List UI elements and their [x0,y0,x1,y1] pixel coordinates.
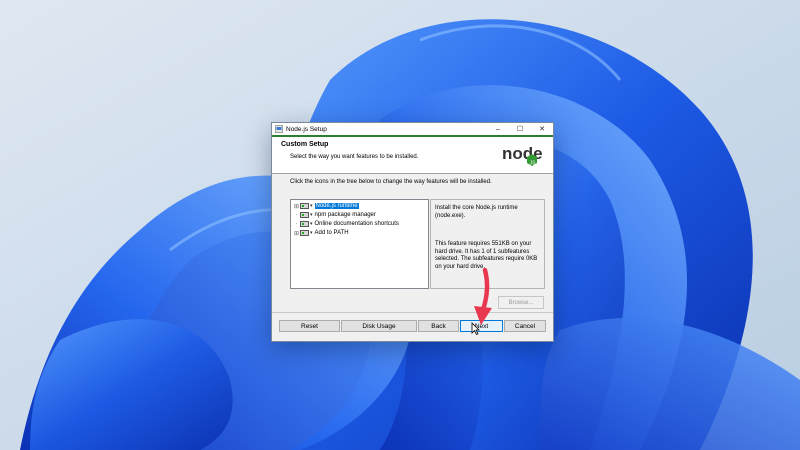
expand-icon[interactable]: ⊞ [293,203,300,210]
tree-item[interactable]: ⊞ ▾ Add to PATH [293,229,349,237]
drive-icon[interactable] [300,203,309,209]
dropdown-caret-icon[interactable]: ▾ [310,221,313,227]
title-bar[interactable]: Node.js Setup – ☐ ✕ [272,123,553,135]
tree-item-label[interactable]: Add to PATH [315,230,349,236]
expand-icon[interactable]: ⊞ [293,230,300,237]
cancel-button[interactable]: Cancel [504,320,546,332]
tree-line-icon: · [295,212,298,218]
dropdown-caret-icon[interactable]: ▾ [310,212,313,218]
svg-text:JS: JS [530,161,537,167]
divider [272,312,553,313]
tree-item[interactable]: · ▾ npm package manager [293,211,376,219]
dropdown-caret-icon[interactable]: ▾ [310,203,313,209]
disk-usage-button[interactable]: Disk Usage [341,320,417,332]
tree-item-label[interactable]: npm package manager [315,212,376,218]
close-button[interactable]: ✕ [531,123,553,135]
page-subtitle: Select the way you want features to be i… [290,154,419,160]
mouse-cursor-icon [471,322,480,335]
feature-tree[interactable]: ⊞ ▾ Node.js runtime · ▾ npm package mana… [290,199,429,289]
drive-icon[interactable] [300,212,309,218]
tree-line-icon: · [295,221,298,227]
dialog-header: Custom Setup Select the way you want fea… [272,135,553,174]
annotation-arrow-icon [474,268,492,325]
tree-item-label[interactable]: Node.js runtime [314,203,359,209]
instructions-text: Click the icons in the tree below to cha… [290,179,492,185]
description-size: This feature requires 551KB on your hard… [435,241,538,270]
drive-icon[interactable] [300,230,309,236]
nodejs-logo: node JS [502,144,543,167]
dropdown-caret-icon[interactable]: ▾ [310,230,313,236]
browse-button[interactable]: Browse... [498,296,544,309]
reset-button[interactable]: Reset [279,320,340,332]
drive-icon[interactable] [300,221,309,227]
maximize-button[interactable]: ☐ [509,123,531,135]
setup-dialog: Node.js Setup – ☐ ✕ Custom Setup Select … [271,122,554,342]
tree-item[interactable]: ⊞ ▾ Node.js runtime [293,202,359,210]
window-title: Node.js Setup [286,125,327,133]
minimize-button[interactable]: – [487,123,509,135]
tree-item-label[interactable]: Online documentation shortcuts [315,221,399,227]
tree-item[interactable]: · ▾ Online documentation shortcuts [293,220,399,228]
page-title: Custom Setup [281,141,329,148]
back-button[interactable]: Back [418,320,459,332]
description-summary: Install the core Node.js runtime (node.e… [435,205,518,219]
installer-icon [275,125,283,133]
